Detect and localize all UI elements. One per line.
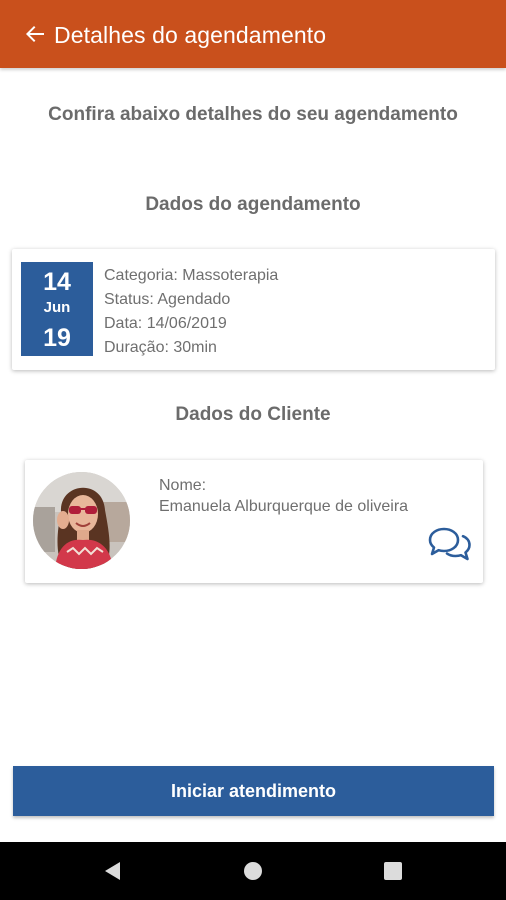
category-text: Categoria: Massoterapia [104, 267, 279, 284]
nav-home-icon [244, 862, 262, 880]
duration-text: Duração: 30min [104, 339, 217, 356]
date-badge: 14 Jun 19 [21, 262, 93, 356]
client-section-title: Dados do Cliente [175, 404, 331, 425]
chat-bubbles-icon [428, 527, 471, 561]
system-nav-bar [0, 842, 506, 900]
nav-home-button[interactable] [238, 856, 268, 886]
avatar [33, 472, 130, 569]
appointment-details: Categoria: Massoterapia Status: Agendado… [104, 264, 278, 360]
client-details: Nome: Emanuela Alburquerque de oliveira [159, 475, 408, 517]
client-card: Nome: Emanuela Alburquerque de oliveira [25, 460, 483, 583]
page-subtitle: Confira abaixo detalhes do seu agendamen… [48, 104, 458, 125]
date-day: 14 [43, 268, 71, 296]
app-bar: Detalhes do agendamento [0, 0, 506, 68]
back-button[interactable] [20, 19, 50, 49]
date-month: Jun [43, 299, 71, 316]
client-name: Emanuela Alburquerque de oliveira [159, 498, 409, 515]
status-text: Status: Agendado [104, 291, 231, 308]
nav-recents-button[interactable] [378, 856, 408, 886]
nav-recents-icon [384, 862, 402, 880]
date-year: 19 [43, 324, 71, 352]
page-title: Detalhes do agendamento [54, 22, 327, 48]
date-text: Data: 14/06/2019 [104, 315, 227, 332]
chat-button[interactable] [427, 526, 473, 562]
nav-back-button[interactable] [97, 856, 127, 886]
client-name-label: Nome: [159, 477, 207, 494]
arrow-left-icon [26, 26, 44, 42]
appointment-card: 14 Jun 19 Categoria: Massoterapia Status… [12, 249, 495, 370]
appointment-section-title: Dados do agendamento [145, 194, 361, 215]
start-service-button[interactable]: Iniciar atendimento [13, 766, 494, 816]
nav-back-icon [105, 862, 120, 880]
